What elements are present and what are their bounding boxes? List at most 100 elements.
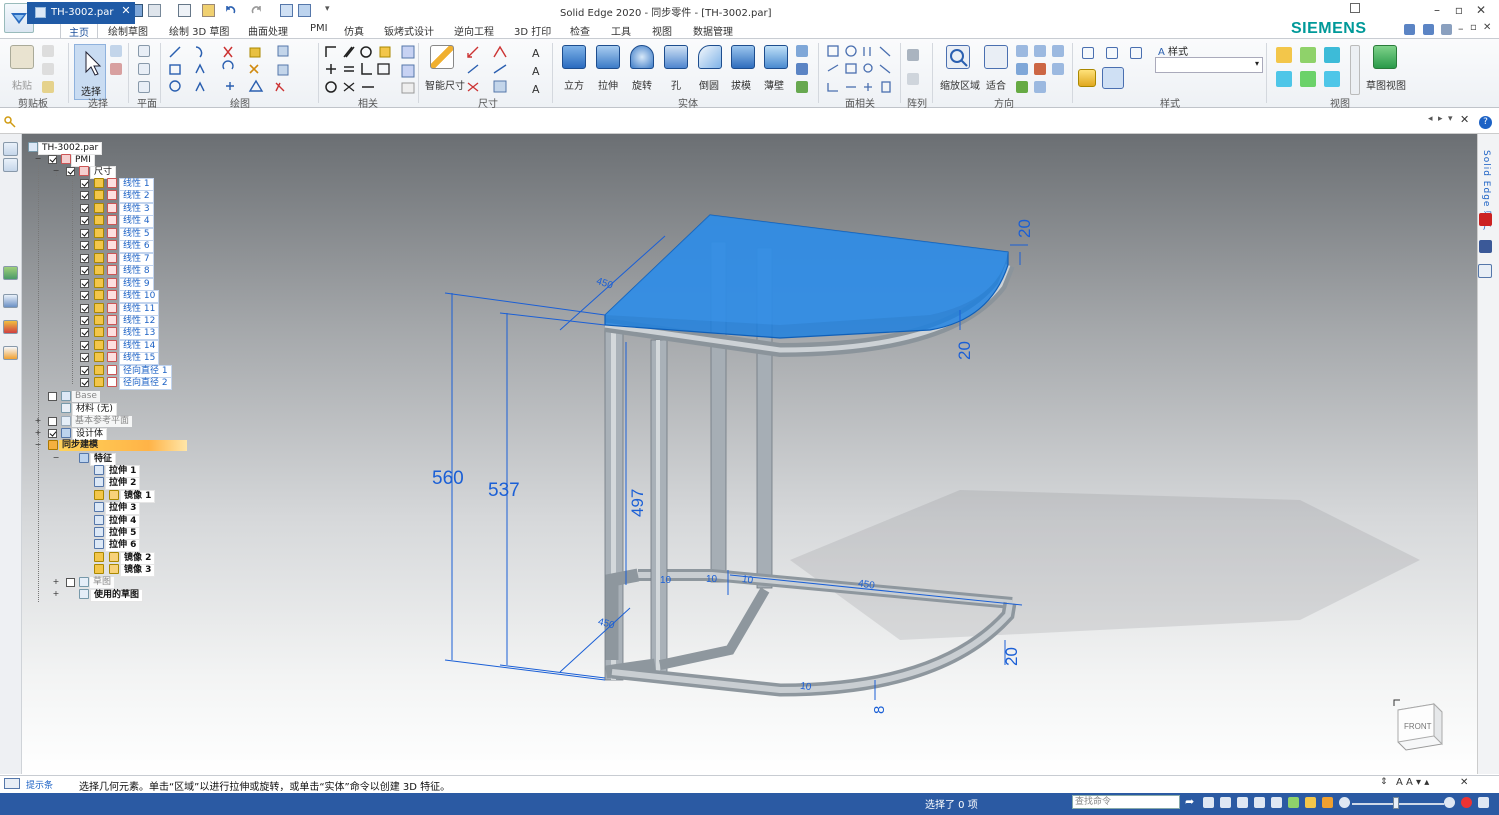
paste-button[interactable]: 粘贴 <box>12 77 32 92</box>
tree-checkbox[interactable] <box>80 204 89 213</box>
look-at-face-icon[interactable] <box>1034 63 1046 75</box>
plane-normal-icon[interactable] <box>138 81 150 93</box>
dim-small-10[interactable]: 10 <box>706 574 718 585</box>
dim-top-edge[interactable]: 20 <box>955 341 974 360</box>
print-icon[interactable] <box>148 4 161 17</box>
feature-library-icon[interactable] <box>3 266 18 280</box>
maximize-button[interactable]: ▫ <box>1452 3 1466 17</box>
document-tab[interactable]: TH-3002.par <box>27 2 135 24</box>
tree-checkbox[interactable] <box>80 279 89 288</box>
view-trimetric-icon[interactable] <box>1130 47 1142 59</box>
tree-checkbox[interactable] <box>80 341 89 350</box>
tab-reverse[interactable]: 逆向工程 <box>446 22 502 39</box>
dimension-tools-icons[interactable]: A A A <box>464 43 544 95</box>
draft-button[interactable]: 拔模 <box>731 77 751 92</box>
tab-surfacing[interactable]: 曲面处理 <box>240 22 296 39</box>
revolve-icon[interactable] <box>630 45 654 69</box>
relate-tools-icons[interactable] <box>322 43 418 95</box>
tree-checkbox[interactable] <box>48 392 57 401</box>
section-view-icon[interactable] <box>1276 47 1292 63</box>
close-button[interactable]: ✕ <box>1474 3 1488 17</box>
undo-icon[interactable] <box>224 4 237 17</box>
zoom-out-icon[interactable] <box>1339 797 1350 808</box>
zoom-area-button[interactable]: 缩放区域 <box>940 77 980 92</box>
document-tab-close-button[interactable]: ✕ <box>120 4 132 17</box>
pan-icon[interactable] <box>1034 45 1046 57</box>
fit-icon[interactable] <box>1254 797 1265 808</box>
tree-checkbox[interactable] <box>66 167 75 176</box>
facebook-icon[interactable] <box>1479 240 1492 253</box>
extrude-button[interactable]: 拉伸 <box>598 77 618 92</box>
draft-icon[interactable] <box>731 45 755 69</box>
minimize-button[interactable]: – <box>1430 3 1444 17</box>
tree-checkbox[interactable] <box>80 328 89 337</box>
tree-checkbox[interactable] <box>80 316 89 325</box>
tree-checkbox[interactable] <box>48 155 57 164</box>
view-iso-icon[interactable] <box>1082 47 1094 59</box>
tree-checkbox[interactable] <box>80 291 89 300</box>
expand-icon[interactable]: + <box>34 429 42 437</box>
status-icon-1[interactable] <box>1203 797 1214 808</box>
zoom-area-icon[interactable] <box>946 45 970 69</box>
youtube-icon[interactable] <box>1479 213 1492 226</box>
layers-icon[interactable] <box>3 158 18 172</box>
named-views-icon[interactable] <box>1034 81 1046 93</box>
color-manager-icon[interactable] <box>3 320 18 334</box>
tree-checkbox[interactable] <box>80 266 89 275</box>
thread-icon[interactable] <box>796 45 808 57</box>
select-mode-icon[interactable] <box>110 63 122 75</box>
tab-simulation[interactable]: 仿真 <box>336 22 372 39</box>
zoom-slider-thumb[interactable] <box>1393 797 1399 809</box>
command-finder-input[interactable]: 查找命令 <box>1072 795 1180 809</box>
thin-wall-button[interactable]: 薄壁 <box>764 77 784 92</box>
ribbon-restore-icon[interactable]: ▫ <box>1470 22 1477 33</box>
dim-top-depth[interactable]: 450 <box>595 276 615 292</box>
revolve-button[interactable]: 旋转 <box>632 77 652 92</box>
round-button[interactable]: 倒圆 <box>699 77 719 92</box>
tab-list-icon[interactable]: ▾ <box>1448 114 1453 124</box>
collapse-icon[interactable]: − <box>52 167 60 175</box>
qat-customize-icon[interactable]: ▾ <box>325 4 330 14</box>
tab-generative[interactable]: 钣烤式设计 <box>376 22 442 39</box>
tab-pmi[interactable]: PMI <box>302 22 336 35</box>
fit-button[interactable]: 适合 <box>986 77 1006 92</box>
draw-tools-icons[interactable] <box>166 43 296 95</box>
hole-icon[interactable] <box>664 45 688 69</box>
mirror-icon[interactable] <box>907 73 919 85</box>
family-of-parts-icon[interactable] <box>3 294 18 308</box>
tab-data-management[interactable]: 数据管理 <box>685 22 741 39</box>
cut-icon[interactable] <box>42 45 54 57</box>
pattern-icon[interactable] <box>907 49 919 61</box>
face-relate-icons[interactable] <box>826 43 896 95</box>
redo-icon[interactable] <box>250 4 263 17</box>
search-go-icon[interactable]: ➦ <box>1185 795 1194 808</box>
sketch-view-icon[interactable] <box>1373 45 1397 69</box>
previous-view-icon[interactable] <box>1016 81 1028 93</box>
dim-height-leg[interactable]: 537 <box>488 480 520 501</box>
properties-icon[interactable] <box>178 4 191 17</box>
tree-checkbox[interactable] <box>80 366 89 375</box>
tab-scroll-left-icon[interactable]: ◂ <box>1428 114 1433 124</box>
prompt-close-icon[interactable]: ✕ <box>1460 777 1468 788</box>
sketch-view-button[interactable]: 草图视图 <box>1366 77 1406 92</box>
shaded-with-edges-icon[interactable] <box>1102 67 1124 89</box>
pathfinder-icon[interactable] <box>3 142 18 156</box>
prompt-scroll-icon[interactable]: ⇕ <box>1380 777 1388 787</box>
close-all-tabs-icon[interactable]: ✕ <box>1460 113 1469 126</box>
zoom-area-icon[interactable] <box>1237 797 1248 808</box>
view-orient-icon[interactable] <box>1052 63 1064 75</box>
tree-checkbox[interactable] <box>80 179 89 188</box>
smart-dimension-icon[interactable] <box>430 45 454 69</box>
fit-view-icon[interactable] <box>984 45 1008 69</box>
up-arrow-icon[interactable] <box>1300 71 1316 87</box>
record-icon[interactable] <box>1461 797 1472 808</box>
tab-sketch[interactable]: 绘制草图 <box>100 22 156 39</box>
dim-tube-1[interactable]: 10 <box>741 574 754 587</box>
zoom-in-icon[interactable] <box>1444 797 1455 808</box>
status-menu-icon[interactable] <box>1478 797 1489 808</box>
expand-icon[interactable]: + <box>52 590 60 598</box>
paste-icon[interactable] <box>10 45 34 69</box>
key-icon[interactable] <box>4 116 16 128</box>
spin-about-icon[interactable] <box>1016 63 1028 75</box>
dim-top-thickness[interactable]: 20 <box>1015 219 1034 238</box>
